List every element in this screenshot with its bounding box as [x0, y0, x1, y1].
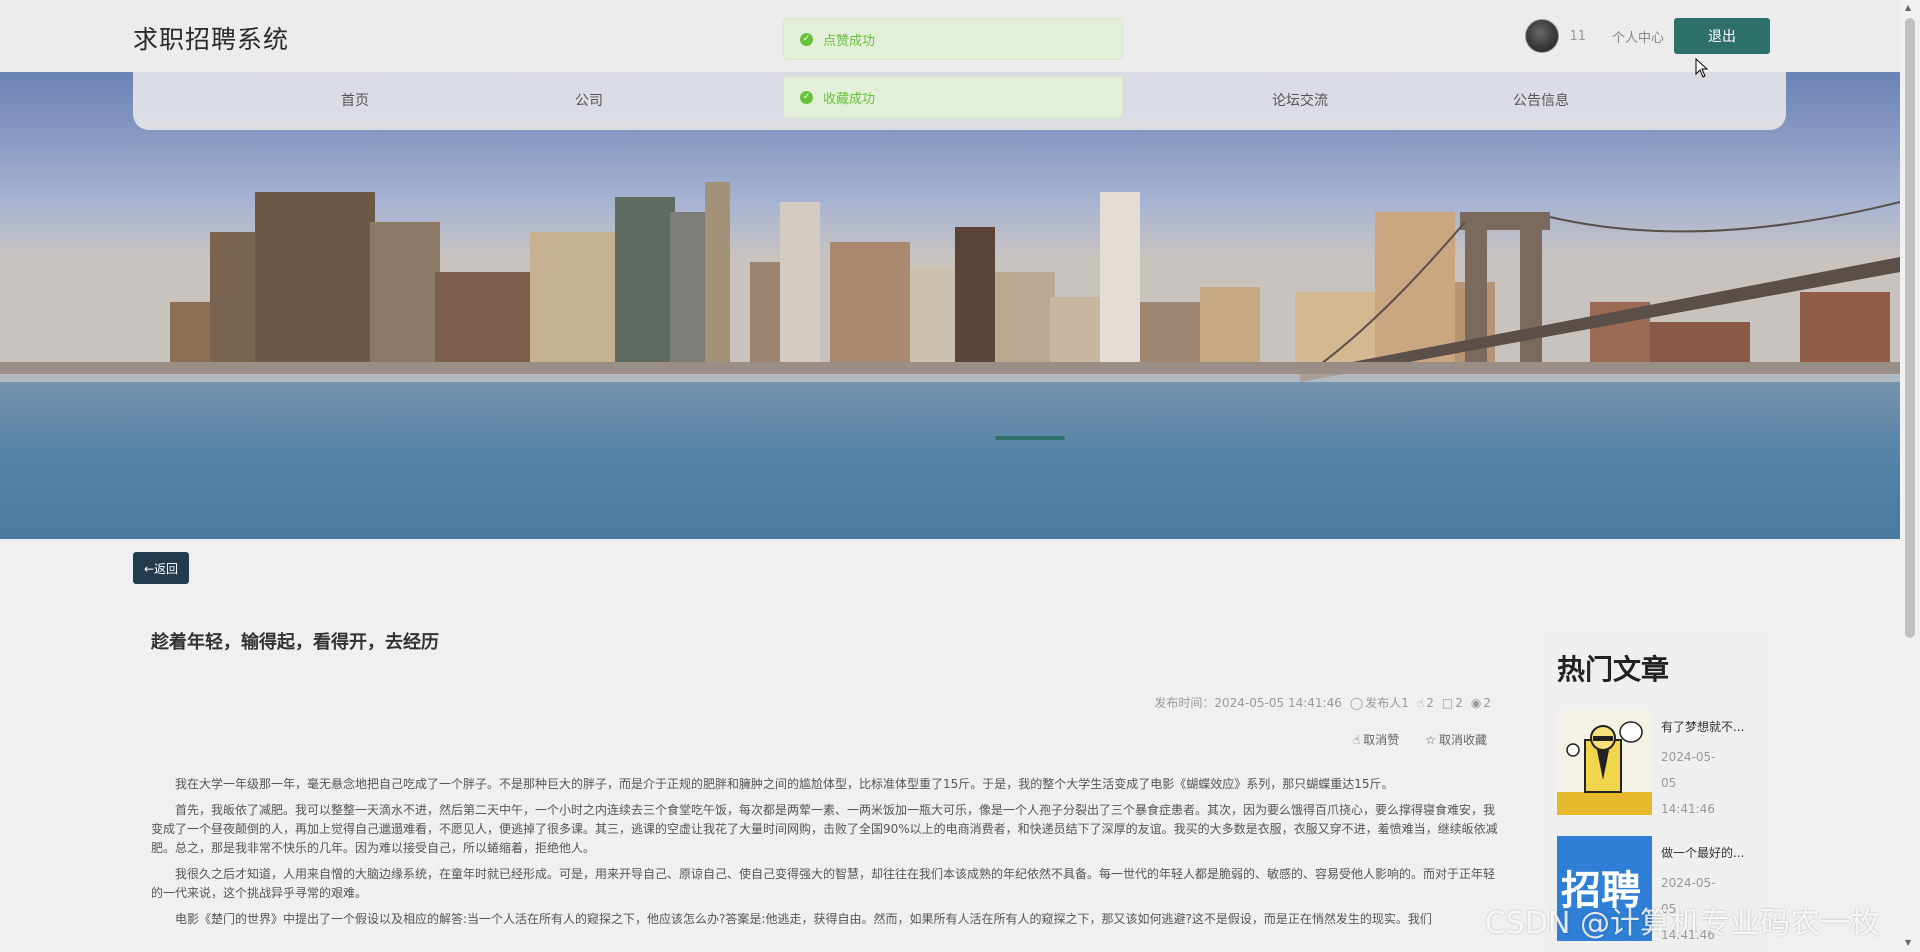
comment-icon: □	[1441, 695, 1454, 710]
comments-meta: □ 2	[1442, 696, 1463, 710]
nav-item-home[interactable]: 首页	[295, 72, 415, 130]
hot-articles-title: 热门文章	[1557, 653, 1670, 686]
user-center-link[interactable]: 个人中心	[1612, 27, 1664, 46]
article-title: 趁着年轻，输得起，看得开，去经历	[151, 632, 439, 653]
nav-item-company[interactable]: 公司	[529, 72, 649, 130]
toast-like-success: ✓ 点赞成功	[783, 18, 1123, 60]
star-icon: ☆	[1425, 732, 1436, 747]
hot-article-name: 有了梦想就不...	[1661, 720, 1745, 734]
views-count: 2	[1483, 695, 1491, 710]
article-paragraph: 我很久之后才知道，人用来自憎的大脑边缘系统，在童年时就已经形成。可是，用来开导自…	[151, 867, 1496, 900]
scroll-up-icon[interactable]: ▲	[1905, 3, 1911, 12]
unfavorite-label: 取消收藏	[1438, 733, 1487, 747]
comments-count: 2	[1455, 695, 1463, 710]
hot-article-item[interactable]: 有了梦想就不... 2024-05-05 14:41:46	[1557, 710, 1767, 830]
author-name: 发布人1	[1365, 696, 1409, 710]
mouse-cursor-icon	[1695, 58, 1709, 78]
nav-item-notice[interactable]: 公告信息	[1481, 72, 1601, 130]
article-paragraph: 电影《楚门的世界》中提出了一个假设以及相应的解答:当一个人活在所有人的窥探之下，…	[175, 912, 1432, 926]
publish-time: 发布时间：2024-05-05 14:41:46	[1154, 696, 1342, 710]
nav-item-forum[interactable]: 论坛交流	[1240, 72, 1360, 130]
city-skyline-image	[0, 72, 1900, 539]
user-icon: ◯	[1349, 695, 1364, 710]
article-meta: 发布时间：2024-05-05 14:41:46 ◯ 发布人1 ☝ 2 □ 2 …	[1154, 694, 1491, 711]
hot-article-name: 做一个最好的...	[1661, 846, 1745, 860]
likes-count: 2	[1426, 695, 1434, 710]
unlike-label: 取消赞	[1363, 733, 1400, 747]
scroll-down-icon[interactable]: ▼	[1905, 938, 1911, 947]
toast-message: 点赞成功	[823, 33, 876, 49]
views-meta: ◉ 2	[1471, 696, 1491, 710]
unlike-button[interactable]: ☝ 取消赞	[1353, 731, 1399, 748]
watermark: CSDN @计算机专业码农一枚	[1484, 906, 1880, 941]
thumbs-up-icon: ☝	[1416, 695, 1425, 710]
page-scrollbar[interactable]: ▲ ▼	[1900, 0, 1920, 952]
toast-message: 收藏成功	[823, 91, 876, 107]
likes-meta: ☝ 2	[1417, 696, 1434, 710]
article-paragraph: 首先，我皈依了减肥。我可以整整一天滴水不进，然后第二天中午，一个小时之内连续去三…	[151, 803, 1498, 855]
success-check-icon: ✓	[800, 90, 813, 104]
toast-favorite-success: ✓ 收藏成功	[783, 76, 1123, 118]
success-check-icon: ✓	[800, 32, 813, 46]
article-paragraph: 我在大学一年级那一年，毫无悬念地把自己吃成了一个胖子。不是那种巨大的胖子，而是介…	[175, 777, 1394, 791]
hero-banner	[0, 72, 1900, 539]
user-area: 11 个人中心 退出	[1525, 18, 1770, 54]
thumbs-up-icon: ☝	[1352, 732, 1361, 747]
carousel-indicator[interactable]	[995, 436, 1065, 440]
scrollbar-thumb[interactable]	[1905, 18, 1915, 638]
author-meta: ◯ 发布人1	[1350, 694, 1409, 711]
logout-button[interactable]: 退出	[1674, 18, 1770, 54]
user-avatar[interactable]	[1525, 19, 1560, 53]
hot-article-date: 2024-05-05 14:41:46	[1661, 750, 1716, 816]
brand-title[interactable]: 求职招聘系统	[133, 20, 289, 56]
unfavorite-button[interactable]: ☆ 取消收藏	[1425, 731, 1487, 748]
article-content: 我在大学一年级那一年，毫无悬念地把自己吃成了一个胖子。不是那种巨大的胖子，而是介…	[151, 775, 1501, 936]
back-button[interactable]: ←返回	[133, 552, 189, 584]
hot-article-thumbnail	[1557, 710, 1652, 815]
article-actions: ☝ 取消赞 ☆ 取消收藏	[1353, 731, 1487, 748]
eye-icon: ◉	[1470, 695, 1482, 710]
username: 11	[1569, 28, 1586, 44]
